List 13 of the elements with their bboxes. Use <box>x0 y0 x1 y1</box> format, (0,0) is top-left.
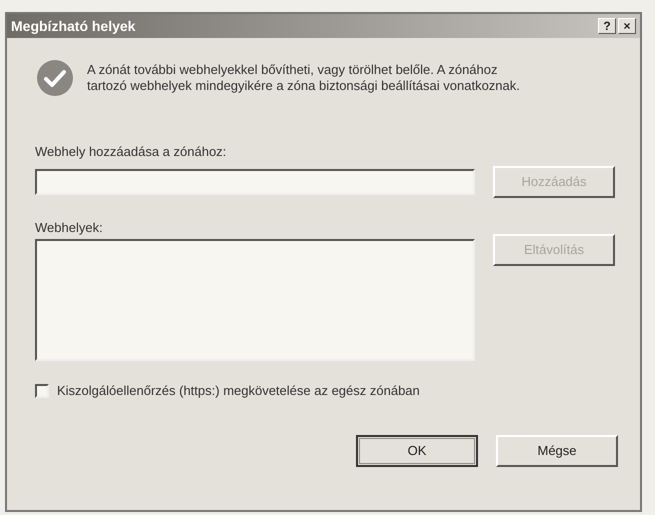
window-title: Megbízható helyek <box>11 16 136 36</box>
checkbox[interactable] <box>35 384 49 398</box>
field-label: Webhely hozzáadása a zónához: <box>35 143 228 161</box>
checkbox-label: Kiszolgálóellenőrzés (https:) megkövetelése az egész zónában <box>57 382 420 400</box>
ok-button[interactable]: OK <box>356 434 478 466</box>
cancel-button[interactable]: Mégse <box>496 434 618 466</box>
help-button[interactable]: ? <box>598 18 616 34</box>
checkmark-icon <box>35 58 75 98</box>
site-input-field[interactable] <box>35 168 475 194</box>
sites-list[interactable] <box>35 239 475 361</box>
intro-text: A zónát további webhelyekkel bővítheti, vagy törölhet belőle. A zónához tartozó webhelyek mindegyikére a zóna biztonsági beállításai vonatkoznak. <box>87 62 521 94</box>
list-label: Webhelyek: <box>35 218 104 237</box>
close-button[interactable]: × <box>618 18 636 34</box>
